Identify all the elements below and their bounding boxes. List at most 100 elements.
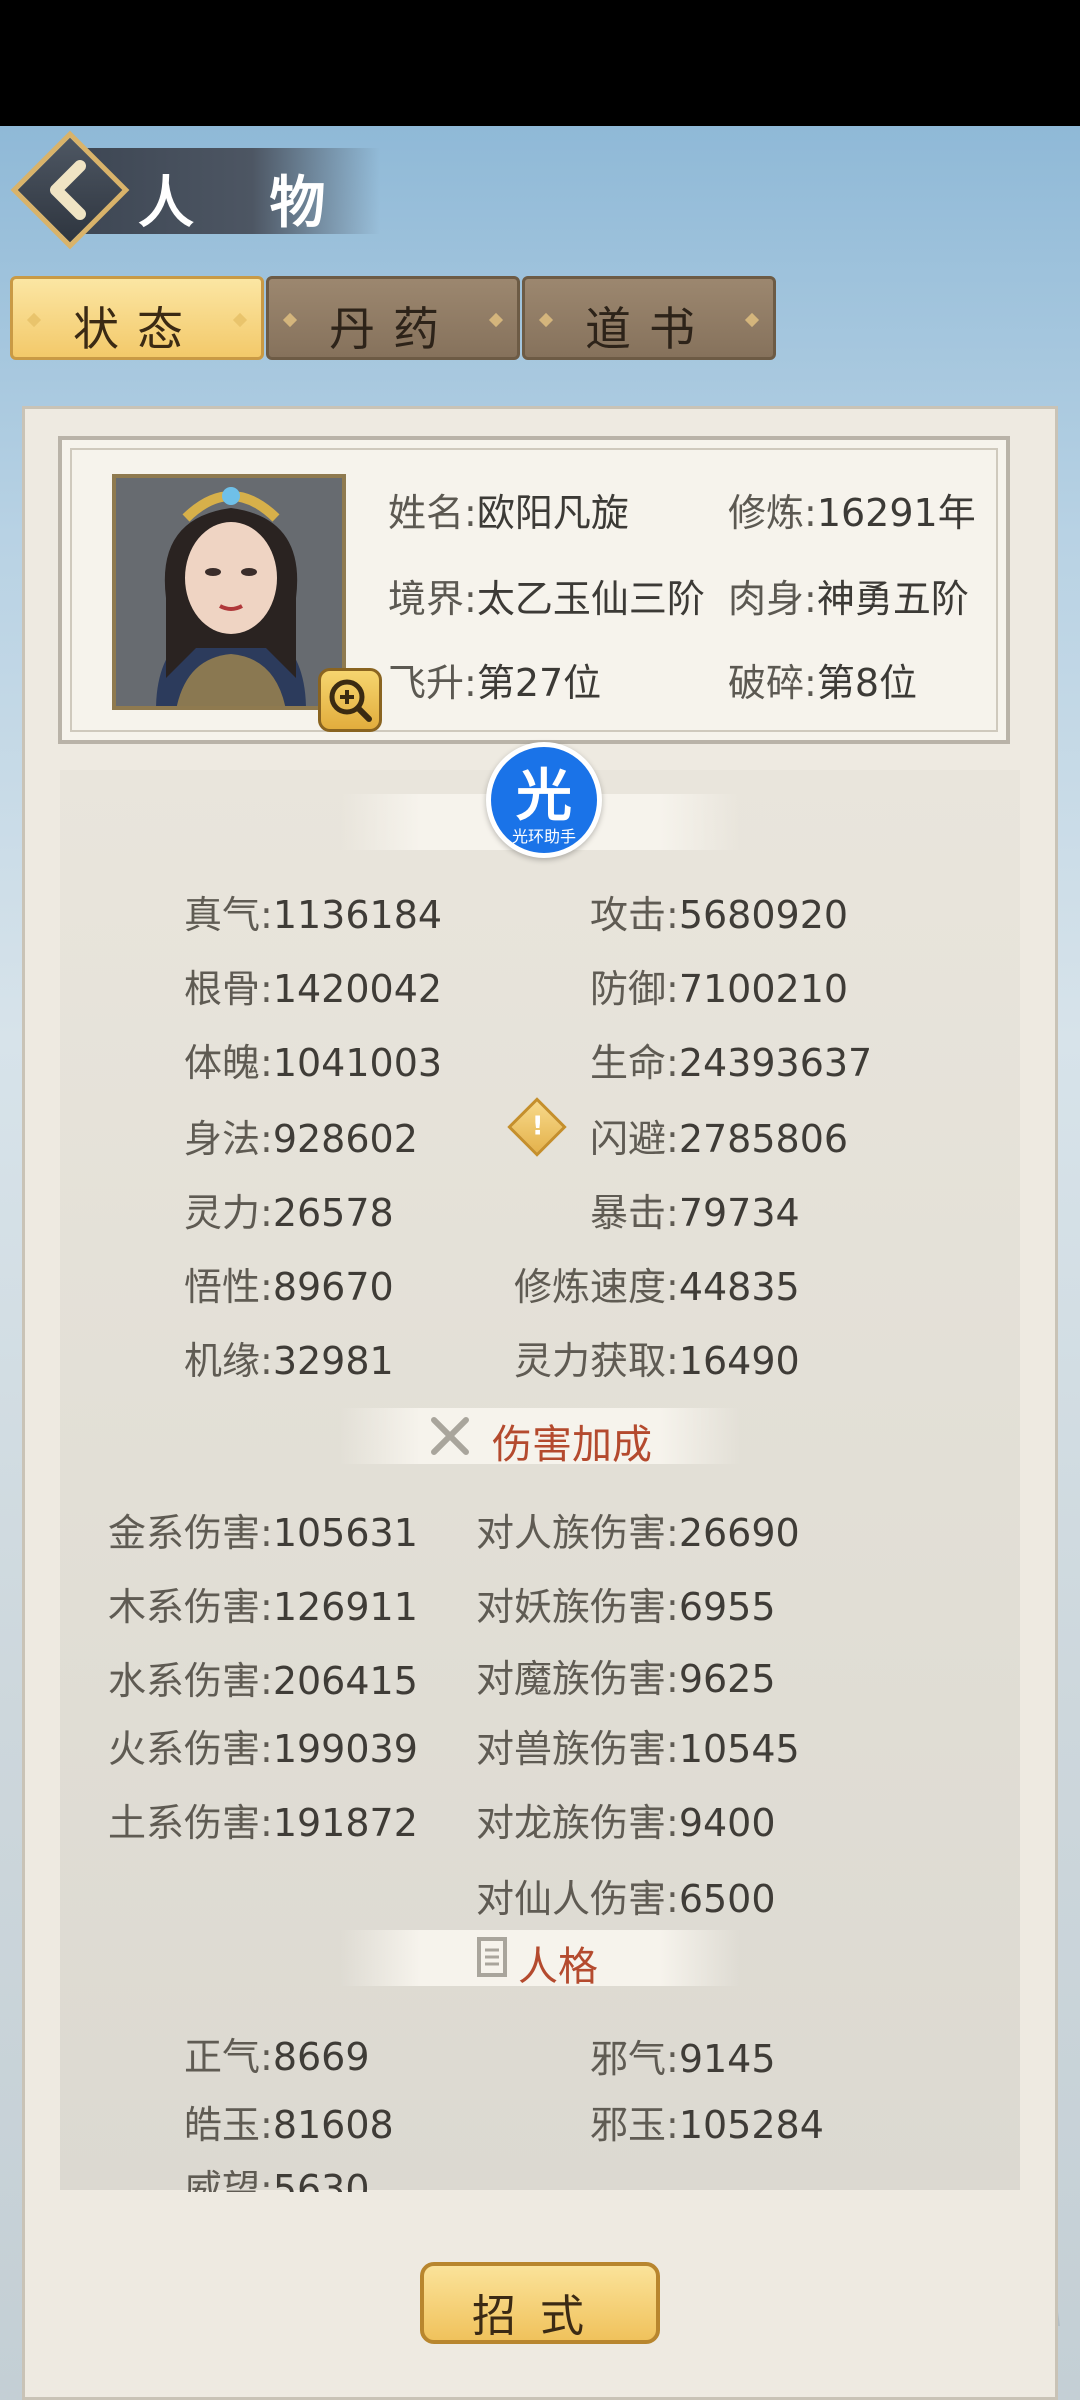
crossed-swords-icon — [431, 1417, 469, 1455]
profile-body: 肉身:神勇五阶 — [728, 568, 969, 623]
profile-body-value: 神勇五阶 — [816, 577, 969, 621]
profile-cultivate-key: 修炼: — [728, 491, 817, 535]
stat-key: 对魔族伤害: — [476, 1657, 679, 1701]
stat-key: 攻击: — [590, 893, 679, 937]
dmg-metal: 金系伤害:105631 — [108, 1502, 418, 1557]
profile-realm-key: 境界: — [388, 577, 477, 621]
stat-key: 防御: — [590, 967, 679, 1011]
stat-key: 灵力获取: — [514, 1339, 679, 1383]
skills-button[interactable]: 招式 — [420, 2262, 660, 2344]
dmg-water: 水系伤害:206415 — [108, 1650, 418, 1705]
stat-value: 206415 — [272, 1659, 418, 1703]
stat-value: 44835 — [678, 1265, 800, 1309]
dmg-vs-mozu: 对魔族伤害:9625 — [476, 1648, 776, 1703]
stat-key: 土系伤害: — [108, 1801, 273, 1845]
stat-value: 928602 — [272, 1117, 418, 1161]
stat-key: 邪玉: — [590, 2103, 679, 2147]
stat-value: 9400 — [678, 1801, 776, 1845]
stat-value: 81608 — [272, 2103, 394, 2147]
stat-value: 1041003 — [272, 1041, 443, 1085]
stat-key: 真气: — [184, 893, 273, 937]
back-button[interactable] — [10, 130, 130, 250]
profile-ascend: 飞升:第27位 — [388, 652, 601, 707]
profile-body-key: 肉身: — [728, 577, 817, 621]
stat-key: 体魄: — [184, 1041, 273, 1085]
stat-value: 1420042 — [272, 967, 443, 1011]
stat-xieyu: 邪玉:105284 — [590, 2094, 824, 2149]
stat-value: 105631 — [272, 1511, 418, 1555]
zoom-portrait-button[interactable] — [318, 668, 382, 732]
stat-key: 对兽族伤害: — [476, 1727, 679, 1771]
stat-key: 威望: — [184, 2167, 273, 2192]
tab-books[interactable]: 道书 — [522, 276, 776, 360]
stat-key: 对人族伤害: — [476, 1511, 679, 1555]
profile-name-value: 欧阳凡旋 — [476, 491, 629, 535]
profile-cultivate-value: 16291年 — [816, 491, 976, 535]
stat-value: 1136184 — [272, 893, 443, 937]
scroll-document-icon — [477, 1937, 507, 1977]
stat-value: 9145 — [678, 2037, 776, 2081]
dmg-wood: 木系伤害:126911 — [108, 1576, 418, 1631]
stat-value: 126911 — [272, 1585, 418, 1629]
stat-key: 正气: — [184, 2035, 273, 2079]
dmg-vs-immortal: 对仙人伤害:6500 — [476, 1868, 776, 1923]
stat-key: 木系伤害: — [108, 1585, 273, 1629]
page-title: 人 物 — [138, 170, 354, 236]
tab-pills-label: 丹药 — [329, 302, 457, 356]
tab-books-label: 道书 — [585, 302, 713, 356]
stat-value: 26690 — [678, 1511, 800, 1555]
stat-righteous: 正气:8669 — [184, 2026, 370, 2081]
skills-button-label: 招式 — [472, 2291, 608, 2342]
zoom-in-icon — [329, 679, 372, 722]
stat-evil: 邪气:9145 — [590, 2028, 776, 2083]
stat-key: 金系伤害: — [108, 1511, 273, 1555]
profile-realm-value: 太乙玉仙三阶 — [476, 577, 705, 621]
halo-assistant-badge[interactable]: 光 光环助手 — [486, 742, 602, 858]
profile-shatter-key: 破碎: — [728, 661, 817, 705]
dmg-earth: 土系伤害:191872 — [108, 1792, 418, 1847]
stat-value: 2785806 — [678, 1117, 849, 1161]
stat-key: 修炼速度: — [514, 1265, 679, 1309]
stat-crit: 暴击:79734 — [590, 1182, 800, 1237]
stat-value: 79734 — [678, 1191, 800, 1235]
profile-ascend-key: 飞升: — [388, 661, 477, 705]
stat-value: 10545 — [678, 1727, 800, 1771]
dmg-vs-beast: 对兽族伤害:10545 — [476, 1718, 800, 1773]
dmg-vs-dragon: 对龙族伤害:9400 — [476, 1792, 776, 1847]
stat-value: 24393637 — [678, 1041, 873, 1085]
stat-key: 皓玉: — [184, 2103, 273, 2147]
personality-section-title: 人格 — [518, 1944, 598, 1990]
stat-value: 32981 — [272, 1339, 394, 1383]
back-arrow-icon — [50, 160, 86, 220]
tab-status-label: 状态 — [73, 302, 201, 356]
stat-value: 9625 — [678, 1657, 776, 1701]
stat-key: 水系伤害: — [108, 1659, 273, 1703]
stat-value: 199039 — [272, 1727, 418, 1771]
dmg-vs-demon-yao: 对妖族伤害:6955 — [476, 1576, 776, 1631]
stat-key: 生命: — [590, 1041, 679, 1085]
stat-wuxing: 悟性:89670 — [184, 1256, 394, 1311]
stat-dodge: 闪避:2785806 — [590, 1108, 848, 1163]
tab-status[interactable]: 状态 — [10, 276, 264, 360]
stat-key: 悟性: — [184, 1265, 273, 1309]
stat-tipo: 体魄:1041003 — [184, 1032, 442, 1087]
profile-name: 姓名:欧阳凡旋 — [388, 482, 629, 537]
stat-value: 5630 — [272, 2167, 370, 2192]
profile-name-key: 姓名: — [388, 491, 477, 535]
profile-ascend-value: 第27位 — [476, 661, 602, 705]
stat-value: 8669 — [272, 2035, 370, 2079]
stat-key: 邪气: — [590, 2037, 679, 2081]
stat-key: 根骨: — [184, 967, 273, 1011]
stat-life: 生命:24393637 — [590, 1032, 872, 1087]
dmg-vs-human: 对人族伤害:26690 — [476, 1502, 800, 1557]
stat-key: 闪避: — [590, 1117, 679, 1161]
damage-section-title: 伤害加成 — [492, 1422, 652, 1468]
character-portrait[interactable] — [112, 474, 346, 710]
stat-key: 灵力: — [184, 1191, 273, 1235]
stat-key: 对龙族伤害: — [476, 1801, 679, 1845]
stat-attack: 攻击:5680920 — [590, 884, 848, 939]
stat-key: 火系伤害: — [108, 1727, 273, 1771]
tab-pills[interactable]: 丹药 — [266, 276, 520, 360]
profile-realm: 境界:太乙玉仙三阶 — [388, 568, 705, 623]
halo-badge-label: 光环助手 — [511, 827, 576, 846]
